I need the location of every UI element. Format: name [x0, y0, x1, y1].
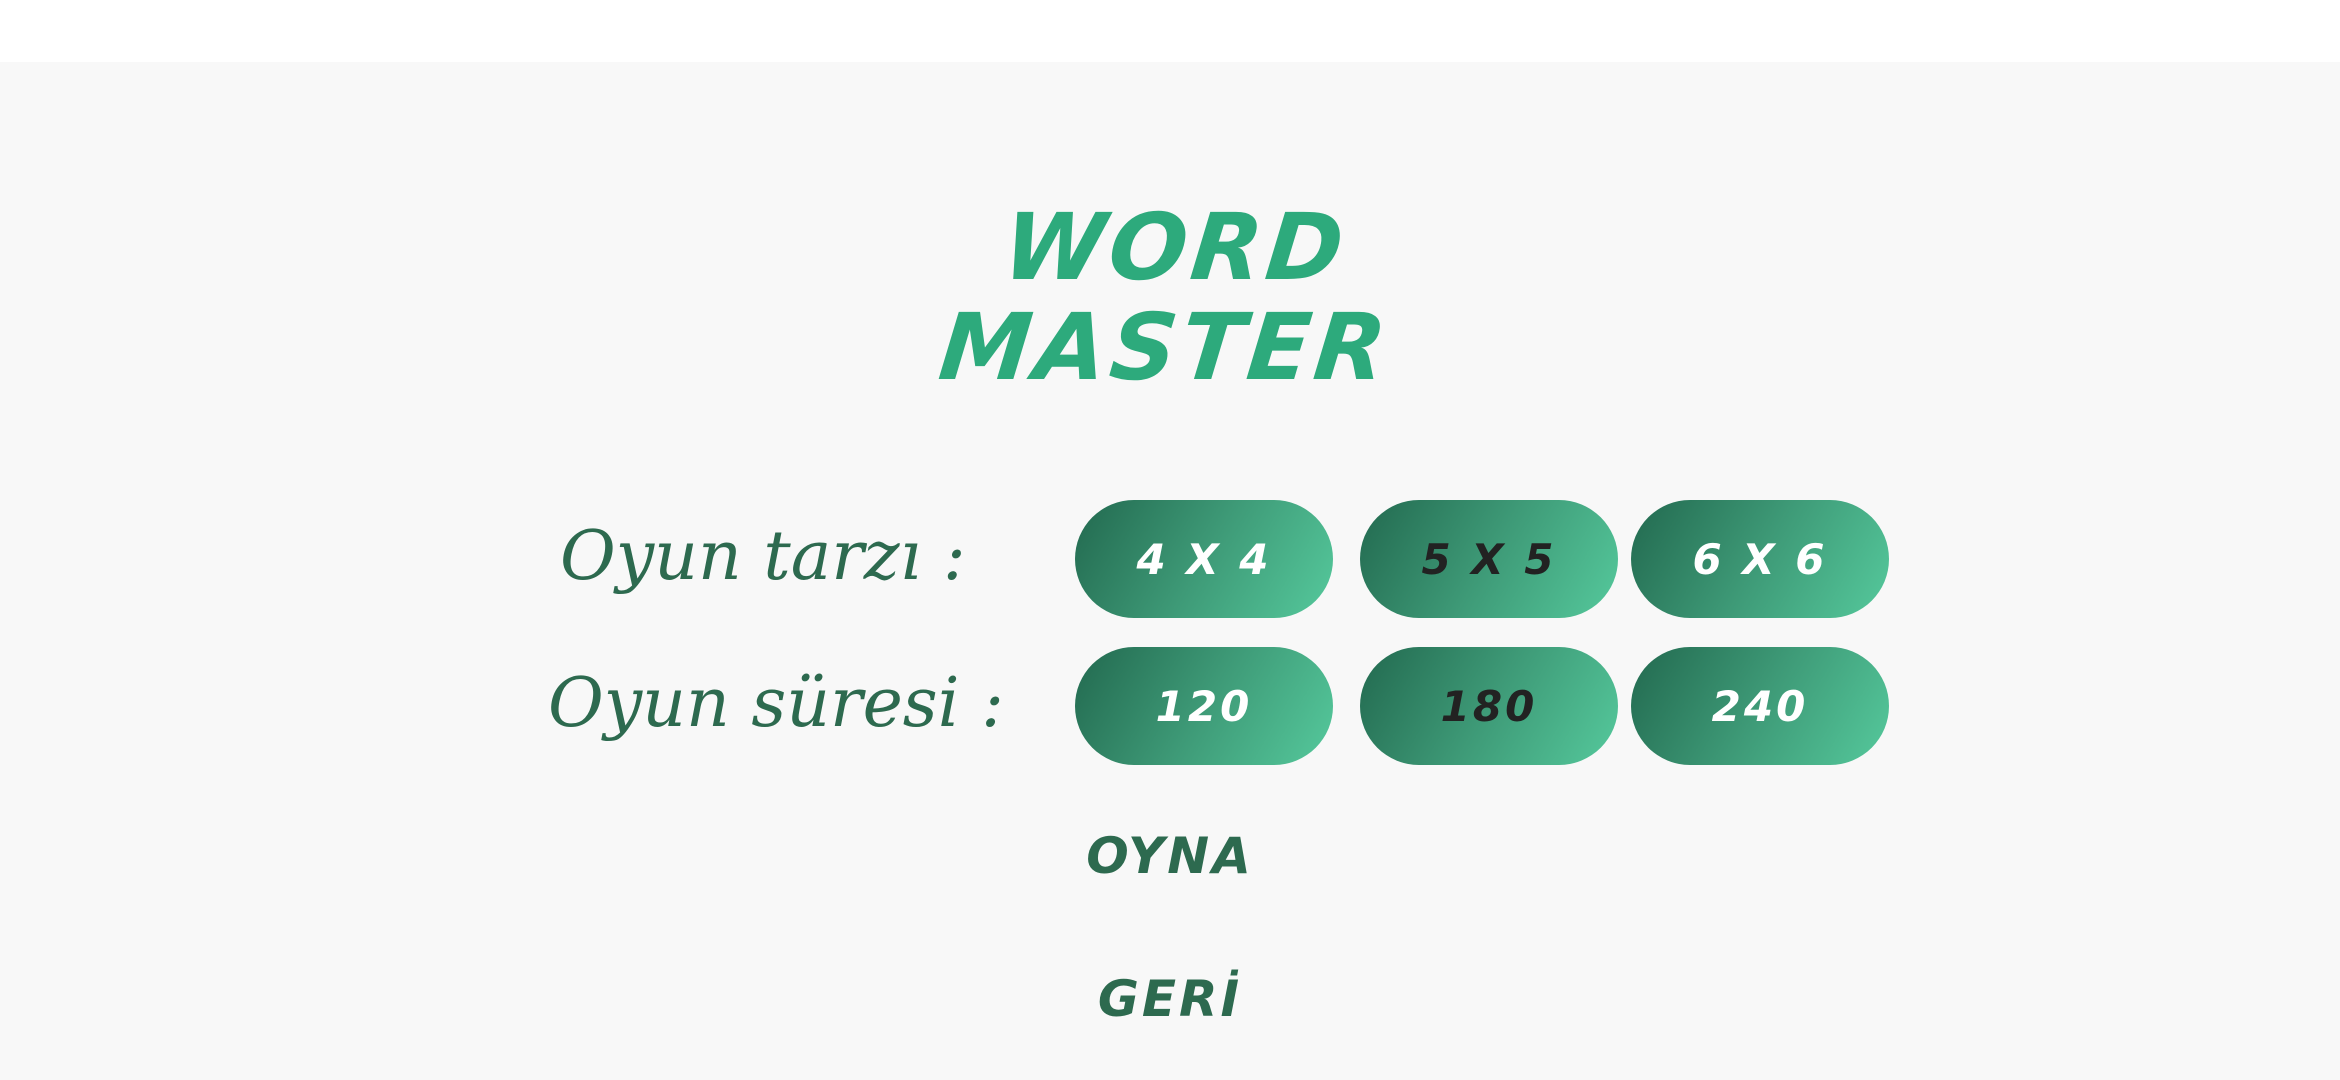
game-time-180-button[interactable]: 180	[1360, 647, 1618, 765]
game-time-label: Oyun süresi :	[548, 664, 1004, 743]
game-mode-label: Oyun tarzı :	[560, 517, 966, 596]
play-button[interactable]: OYNA	[0, 827, 2340, 885]
status-bar	[0, 0, 2340, 62]
game-mode-4x4-button[interactable]: 4 X 4	[1075, 500, 1333, 618]
logo-line-word: WORD	[998, 194, 1353, 301]
app-logo: WORD MASTER	[0, 194, 2340, 401]
logo-line-master: MASTER	[934, 294, 1396, 401]
game-time-120-button[interactable]: 120	[1075, 647, 1333, 765]
back-button[interactable]: GERİ	[0, 970, 2340, 1028]
game-mode-5x5-button[interactable]: 5 X 5	[1360, 500, 1618, 618]
game-time-240-button[interactable]: 240	[1631, 647, 1889, 765]
game-mode-6x6-button[interactable]: 6 X 6	[1631, 500, 1889, 618]
